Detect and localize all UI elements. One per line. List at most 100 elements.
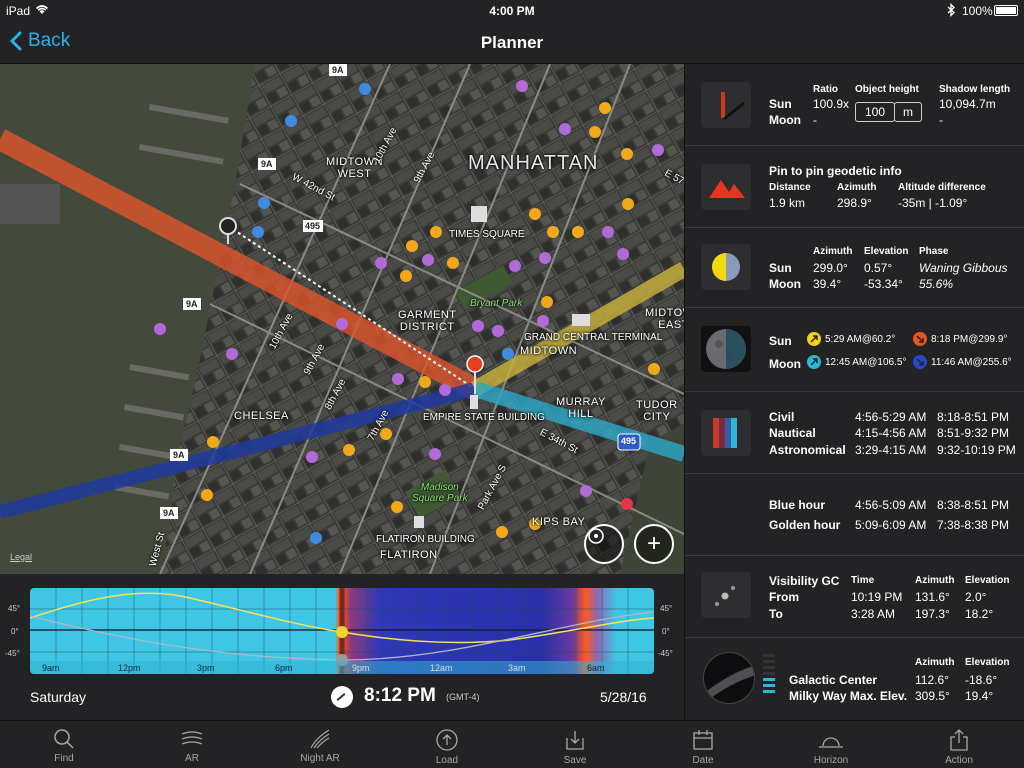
shield-495-1: 495: [305, 221, 321, 231]
pin-lock-icon: [588, 528, 604, 544]
tab-action[interactable]: Action: [909, 721, 1009, 768]
shield-9a-2: 9A: [261, 159, 273, 169]
timezone: (GMT-4): [446, 692, 480, 702]
blue-golden-row[interactable]: Blue hour Golden hour 4:56-5:09 AM 5:09-…: [685, 474, 1024, 556]
moon-illumination: 55.6%: [919, 277, 954, 291]
ratio-moon: -: [813, 113, 817, 127]
geodetic-row[interactable]: Pin to pin geodetic info Distance 1.9 km…: [685, 146, 1024, 228]
shield-9a-3: 9A: [186, 299, 198, 309]
shadow-row[interactable]: Sun Moon Ratio 100.9x - Object height 10…: [685, 64, 1024, 146]
sunset-time: 8:18 PM@299.9°: [931, 334, 1008, 345]
position-azimuth-header: Azimuth: [813, 246, 853, 257]
visibility-azimuth-header: Azimuth: [915, 575, 955, 586]
milky-way-max-elevation: 19.4°: [965, 689, 994, 703]
map-canvas: [0, 64, 684, 574]
sun-moon-graph[interactable]: 9am 12pm 3pm 6pm 9pm 12am 3am 6am: [30, 588, 654, 674]
night-ar-icon: [310, 729, 330, 749]
current-time[interactable]: 8:12 PM: [364, 685, 436, 707]
search-icon: [54, 729, 74, 749]
visibility-to-label: To: [769, 607, 783, 621]
moon-elevation: -53.34°: [864, 277, 903, 291]
x-label-3am: 3am: [508, 663, 526, 673]
tab-find[interactable]: Find: [14, 721, 114, 768]
rise-set-row[interactable]: Sun Moon 5:29 AM@60.2° 8:18 PM@299.9° 12…: [685, 308, 1024, 392]
tab-horizon[interactable]: Horizon: [781, 721, 881, 768]
shield-9a-1: 9A: [332, 65, 344, 75]
tab-find-label: Find: [54, 753, 74, 764]
riseset-moon-label: Moon: [769, 357, 801, 371]
visibility-title: Visibility GC: [769, 574, 840, 588]
pin-lock-button[interactable]: [584, 524, 624, 564]
object-height-input[interactable]: 100: [855, 102, 895, 122]
label-kips-bay: KIPS BAY: [532, 516, 586, 528]
empire-state-icon: [470, 395, 478, 409]
geodetic-azimuth-value: 298.9°: [837, 196, 872, 210]
tab-ar[interactable]: AR: [142, 721, 242, 768]
tab-date[interactable]: Date: [653, 721, 753, 768]
tab-load[interactable]: Load: [397, 721, 497, 768]
timeline-panel[interactable]: 45° 0° -45° 45° 0° -45° 9am 12pm 3pm 6pm…: [0, 574, 684, 720]
civil-label: Civil: [769, 410, 795, 424]
status-bar: iPad 4:00 PM 100%: [0, 0, 1024, 22]
label-midtown: MIDTOWN: [520, 345, 578, 357]
shield-9a-4: 9A: [173, 450, 185, 460]
blue-hour-label: Blue hour: [769, 498, 825, 512]
civil-pm: 8:18-8:51 PM: [937, 410, 1010, 424]
object-height-header: Object height: [855, 84, 919, 95]
share-icon: [950, 729, 968, 751]
visibility-time-header: Time: [851, 575, 875, 586]
position-moon-label: Moon: [769, 277, 801, 291]
ratio-header: Ratio: [813, 84, 838, 95]
nautical-am: 4:15-4:56 AM: [855, 426, 927, 440]
position-row[interactable]: Sun Moon Azimuth 299.0° 39.4° Elevation …: [685, 228, 1024, 308]
riseset-sun-label: Sun: [769, 334, 792, 348]
tab-night-ar[interactable]: Night AR: [270, 721, 370, 768]
x-label-9pm: 9pm: [352, 663, 370, 673]
y-label-neg45: -45°: [5, 649, 20, 658]
label-times-square: TIMES SQUARE: [449, 229, 525, 240]
visibility-elevation-header: Elevation: [965, 575, 1010, 586]
x-label-6pm: 6pm: [275, 663, 293, 673]
label-flatiron-building: FLATIRON BUILDING: [376, 534, 475, 545]
visibility-row[interactable]: Visibility GC From To Time 10:19 PM 3:28…: [685, 556, 1024, 638]
geodetic-azimuth-header: Azimuth: [837, 182, 877, 193]
position-elevation-header: Elevation: [864, 246, 909, 257]
shadow-length-header: Shadow length: [939, 84, 1011, 95]
tab-save[interactable]: Save: [525, 721, 625, 768]
clock-icon[interactable]: [331, 686, 353, 708]
secondary-pin[interactable]: [219, 217, 237, 235]
label-murray-hill: MURRAY HILL: [556, 396, 606, 420]
battery-percent: 100%: [962, 4, 993, 18]
add-pin-button[interactable]: +: [634, 524, 674, 564]
plus-icon: +: [646, 530, 661, 557]
label-chelsea: CHELSEA: [234, 410, 289, 422]
load-icon: [436, 729, 458, 751]
label-garment-district: GARMENT DISTRICT: [398, 309, 457, 333]
twilight-row[interactable]: Civil Nautical Astronomical 4:56-5:29 AM…: [685, 392, 1024, 474]
shadow-sun-label: Sun: [769, 97, 792, 111]
y-label-0: 0°: [11, 627, 19, 636]
sun-azimuth: 299.0°: [813, 261, 848, 275]
altitude-diff-value: -35m | -1.09°: [898, 196, 968, 210]
tab-load-label: Load: [435, 755, 459, 766]
current-date[interactable]: 5/28/16: [600, 689, 647, 705]
altitude-diff-header: Altitude difference: [898, 182, 986, 193]
satellite-map[interactable]: MANHATTAN MIDTOWN WEST TIMES SQUARE GARM…: [0, 64, 684, 574]
shield-495-2: 495: [621, 436, 637, 446]
object-height-unit[interactable]: m: [894, 102, 922, 122]
galactic-center-azimuth: 112.6°: [915, 673, 949, 687]
ar-icon: [181, 731, 203, 745]
page-title: Planner: [480, 33, 544, 52]
shield-9a-5: 9A: [163, 508, 175, 518]
legal-link[interactable]: Legal: [10, 552, 32, 562]
galactic-center-label: Galactic Center: [789, 673, 878, 687]
primary-pin[interactable]: [466, 355, 484, 373]
label-flatiron: FLATIRON: [380, 549, 438, 561]
tab-date-label: Date: [692, 755, 714, 766]
galactic-center-row[interactable]: Galactic Center Milky Way Max. Elev. Azi…: [685, 638, 1024, 720]
visibility-to-elevation: 18.2°: [965, 607, 994, 621]
shadow-length-moon: -: [939, 113, 943, 127]
moon-image-icon: [701, 326, 751, 372]
label-tudor-city: TUDOR CITY: [636, 399, 678, 423]
moon-azimuth: 39.4°: [813, 277, 842, 291]
